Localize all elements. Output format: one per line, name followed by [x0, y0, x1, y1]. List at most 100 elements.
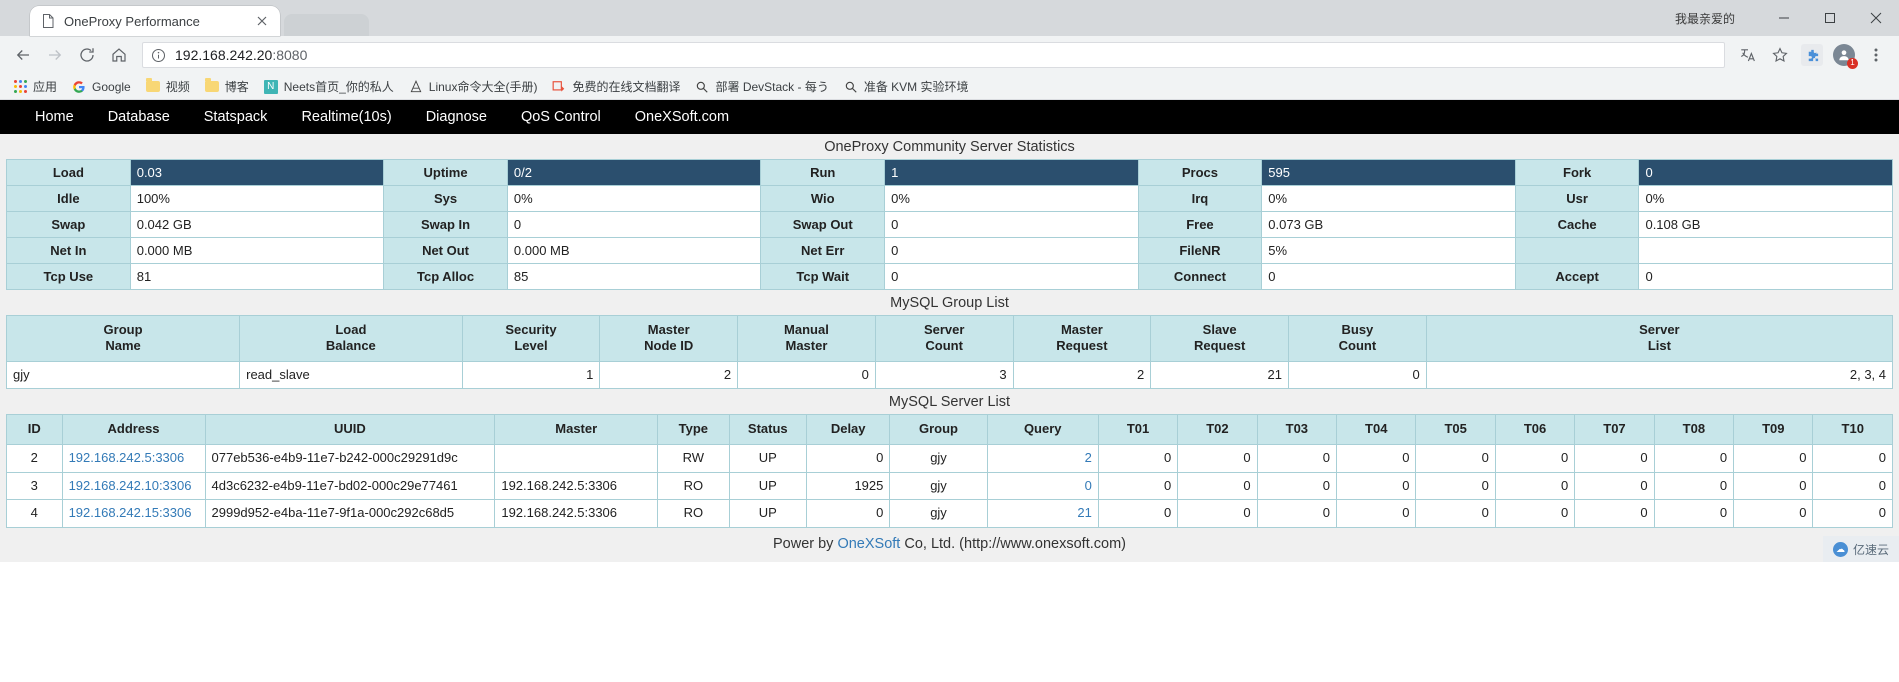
col-t08: T08: [1653, 414, 1735, 445]
window-close-icon[interactable]: [1853, 2, 1899, 34]
server-address-link[interactable]: 192.168.242.5:3306: [69, 450, 185, 465]
col-t03: T03: [1256, 414, 1338, 445]
mysql-group-list-table: Group Name Load Balance Security Level Mast…: [5, 315, 1894, 390]
folder-icon: [204, 78, 220, 95]
cell-t10: 0: [1812, 499, 1893, 529]
table-row: Load 0.03 Uptime 0/2 Run 1 Procs 595 For…: [6, 159, 1893, 186]
col-line2: Node ID: [644, 338, 694, 354]
folder-icon: [145, 78, 161, 95]
profile-avatar-icon[interactable]: 1: [1829, 40, 1859, 70]
col-slave-request: Slave Request: [1150, 315, 1290, 362]
star-icon[interactable]: [1765, 40, 1795, 70]
nav-item-home[interactable]: Home: [18, 100, 91, 134]
stat-label: Sys: [383, 185, 508, 212]
bookmark-label: 应用: [33, 80, 58, 94]
col-master-node-id: Master Node ID: [599, 315, 739, 362]
cell-busy-count: 0: [1288, 360, 1427, 390]
cell-server-list: 2, 3, 4: [1425, 360, 1894, 390]
nav-item-realtime[interactable]: Realtime(10s): [284, 100, 408, 134]
cell-t05: 0: [1415, 499, 1496, 529]
stat-value: 0: [884, 263, 1139, 290]
table-row: Idle 100% Sys 0% Wio 0% Irq 0% Usr 0%: [6, 185, 1893, 212]
nav-item-statspack[interactable]: Statspack: [187, 100, 285, 134]
info-circle-icon[interactable]: [151, 48, 166, 63]
col-t01: T01: [1097, 414, 1179, 445]
maximize-icon[interactable]: [1807, 2, 1853, 34]
stat-label: Net Out: [383, 237, 508, 264]
stat-value: 595: [1261, 159, 1516, 186]
browser-tab[interactable]: OneProxy Performance: [30, 6, 280, 36]
new-tab-area[interactable]: [284, 14, 369, 36]
bookmark-devstack[interactable]: 部署 DevStack - 每う: [688, 76, 834, 97]
table-row: Swap 0.042 GB Swap In 0 Swap Out 0 Free …: [6, 211, 1893, 238]
cell-slave-request: 21: [1150, 360, 1290, 390]
stat-value: 0: [1638, 263, 1893, 290]
address-bar[interactable]: 192.168.242.20:8080: [142, 42, 1725, 68]
cell-server-count: 3: [874, 360, 1014, 390]
col-line2: Master: [785, 338, 828, 354]
query-count-link[interactable]: 2: [1085, 450, 1092, 465]
col-t10: T10: [1812, 414, 1893, 445]
bookmark-apps[interactable]: 应用: [6, 76, 63, 97]
col-delay: Delay: [805, 414, 891, 445]
col-line1: Server: [1639, 322, 1680, 337]
col-uuid: UUID: [204, 414, 496, 445]
forward-arrow-icon[interactable]: [40, 40, 70, 70]
stat-value: 0%: [1638, 185, 1893, 212]
puzzle-extension-icon[interactable]: [1797, 40, 1827, 70]
nav-item-qos-control[interactable]: QoS Control: [504, 100, 618, 134]
bookmark-linux-commands[interactable]: Linux命令大全(手册): [402, 76, 544, 97]
col-busy-count: Busy Count: [1288, 315, 1427, 362]
bookmark-translate-doc[interactable]: 免费的在线文档翻译: [545, 76, 686, 97]
address-port: :8080: [272, 47, 308, 63]
close-icon[interactable]: [254, 13, 270, 29]
nav-item-diagnose[interactable]: Diagnose: [409, 100, 504, 134]
table-header-row: ID Address UUID Master Type Status Delay…: [6, 414, 1893, 445]
server-address-link[interactable]: 192.168.242.15:3306: [69, 505, 192, 520]
col-line2: Count: [1338, 338, 1377, 354]
bookmark-videos[interactable]: 视频: [139, 76, 196, 97]
stat-value: 0.042 GB: [129, 211, 385, 238]
search-site-icon: [694, 79, 710, 95]
bookmark-google[interactable]: Google: [65, 77, 137, 97]
table-header-row: Group Name Load Balance Security Level Mast…: [5, 315, 1894, 362]
stat-value: 0%: [1261, 185, 1516, 212]
cell-master: [494, 443, 659, 473]
reload-icon[interactable]: [72, 40, 102, 70]
query-count-link[interactable]: 0: [1085, 478, 1092, 493]
back-arrow-icon[interactable]: [8, 40, 38, 70]
cell-t06: 0: [1494, 471, 1576, 501]
cell-t04: 0: [1336, 471, 1417, 501]
col-group-name: Group Name: [5, 315, 241, 362]
server-address-link[interactable]: 192.168.242.10:3306: [69, 478, 192, 493]
three-dot-menu-icon[interactable]: [1861, 40, 1891, 70]
mysql-server-list-table: ID Address UUID Master Type Status Delay…: [6, 414, 1893, 529]
cell-t04: 0: [1336, 499, 1417, 529]
stat-value: 0%: [506, 185, 762, 212]
cell-master: 192.168.242.5:3306: [494, 471, 659, 501]
minimize-icon[interactable]: [1761, 2, 1807, 34]
nav-item-onexsoft[interactable]: OneXSoft.com: [618, 100, 746, 134]
cell-type: RO: [657, 499, 730, 529]
cell-t01: 0: [1097, 471, 1179, 501]
cell-status: UP: [728, 499, 808, 529]
col-t07: T07: [1574, 414, 1655, 445]
col-type: Type: [657, 414, 730, 445]
bookmark-neets[interactable]: N Neets首页_你的私人: [257, 76, 400, 97]
stat-label: Irq: [1137, 185, 1263, 212]
stat-label: Wio: [760, 185, 886, 212]
translate-icon[interactable]: [1733, 40, 1763, 70]
extension-button[interactable]: [1801, 44, 1823, 66]
home-icon[interactable]: [104, 40, 134, 70]
query-count-link[interactable]: 21: [1077, 505, 1091, 520]
col-line2: Count: [925, 338, 963, 354]
cell-delay: 0: [805, 443, 891, 473]
col-line2: Level: [514, 338, 548, 354]
cell-group: gjy: [889, 471, 988, 501]
address-bar-text: 192.168.242.20:8080: [175, 47, 307, 63]
onexsoft-link[interactable]: OneXSoft: [837, 536, 900, 552]
nav-item-database[interactable]: Database: [91, 100, 187, 134]
bookmark-kvm-lab[interactable]: 准备 KVM 实验环境: [837, 76, 975, 97]
profile-button[interactable]: 1: [1833, 44, 1858, 69]
bookmark-blog[interactable]: 博客: [198, 76, 255, 97]
